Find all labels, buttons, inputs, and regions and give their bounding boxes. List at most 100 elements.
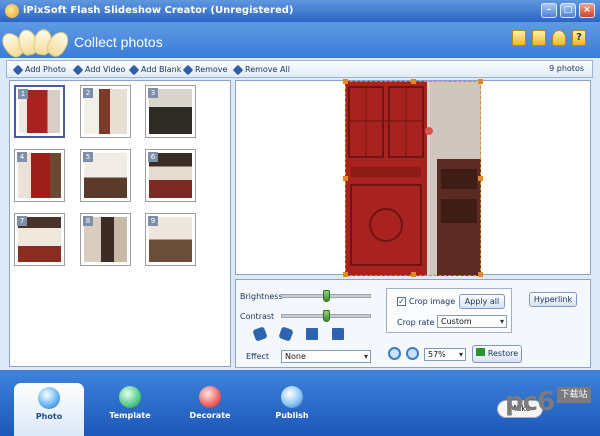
thumbnail-number: 1	[18, 89, 28, 99]
watermark-text: pc6	[505, 387, 555, 417]
crop-handle[interactable]	[343, 176, 348, 181]
contrast-label: Contrast	[240, 312, 275, 321]
photo-toolbar: Add Photo Add Video Add Blank Remove Rem…	[6, 60, 593, 78]
contrast-knob[interactable]	[323, 310, 330, 322]
add-blank-button[interactable]: Add Blank	[128, 63, 182, 76]
tab-template[interactable]: Template	[95, 382, 165, 428]
maximize-button[interactable]: □	[560, 3, 576, 18]
photo-tab-icon	[38, 387, 60, 409]
window-title: iPixSoft Flash Slideshow Creator (Unregi…	[23, 5, 294, 16]
crop-handle[interactable]	[411, 79, 416, 84]
restore-icon	[475, 348, 485, 356]
thumbnail-9[interactable]: 9	[145, 213, 196, 266]
remove-all-button[interactable]: Remove All	[232, 63, 290, 76]
crop-handle[interactable]	[343, 272, 348, 277]
zoom-select[interactable]: 57%	[424, 348, 466, 361]
remove-button[interactable]: Remove	[182, 63, 228, 76]
photo-count: 9 photos	[549, 64, 584, 73]
hyperlink-button[interactable]: Hyperlink	[529, 292, 577, 307]
crop-handle[interactable]	[411, 272, 416, 277]
thumbnail-5[interactable]: 5	[80, 149, 131, 202]
crop-image-checkbox[interactable]: ✓	[397, 297, 406, 306]
brightness-label: Brightness	[240, 292, 283, 301]
page-header: Collect photos ?	[0, 22, 600, 61]
flip-horizontal-icon[interactable]	[306, 328, 318, 340]
add-photo-label: Add Photo	[25, 65, 66, 74]
add-video-icon	[72, 64, 84, 75]
thumbnail-8[interactable]: 8	[80, 213, 131, 266]
crop-rate-label: Crop rate	[397, 318, 435, 327]
thumbnail-number: 9	[148, 216, 158, 226]
contrast-slider[interactable]	[281, 310, 371, 322]
crop-rate-select[interactable]: Custom	[437, 315, 507, 328]
remove-label: Remove	[195, 65, 228, 74]
add-blank-icon	[128, 64, 140, 75]
thumbnail-number: 7	[17, 216, 27, 226]
thumbnail-panel: 1 2 3 4 5 6 7 8 9	[9, 80, 231, 367]
crop-handle[interactable]	[478, 272, 483, 277]
effect-select[interactable]: None	[281, 350, 371, 363]
thumbnail-number: 5	[83, 152, 93, 162]
add-blank-label: Add Blank	[141, 65, 182, 74]
remove-icon	[182, 64, 194, 75]
help-icon[interactable]: ?	[572, 30, 586, 46]
crop-image-label: Crop image	[409, 297, 456, 306]
tab-decorate-label: Decorate	[189, 411, 231, 420]
add-photo-button[interactable]: Add Photo	[12, 63, 66, 76]
page-title: Collect photos	[74, 34, 163, 50]
publish-tab-icon	[281, 386, 303, 408]
thumbnail-number: 3	[148, 88, 158, 98]
app-icon	[5, 4, 19, 18]
thumbnail-2[interactable]: 2	[80, 85, 131, 138]
crop-options: ✓ Crop image Apply all Crop rate Custom	[386, 288, 512, 333]
thumbnail-4[interactable]: 4	[14, 149, 65, 202]
remove-all-label: Remove All	[245, 65, 290, 74]
decorate-tab-icon	[199, 386, 221, 408]
brightness-knob[interactable]	[323, 290, 330, 302]
add-video-button[interactable]: Add Video	[72, 63, 126, 76]
apply-all-button[interactable]: Apply all	[459, 294, 505, 309]
rotate-right-icon[interactable]	[278, 326, 294, 342]
bookmark-icon[interactable]	[532, 30, 546, 46]
minimize-button[interactable]: –	[541, 3, 557, 18]
template-tab-icon	[119, 386, 141, 408]
tab-photo-label: Photo	[35, 412, 63, 421]
thumbnail-7[interactable]: 7	[14, 213, 65, 266]
tab-decorate[interactable]: Decorate	[175, 382, 245, 428]
thumbnail-1[interactable]: 1	[14, 85, 65, 138]
zoom-in-icon[interactable]	[388, 347, 401, 360]
thumbnail-number: 6	[148, 152, 158, 162]
title-bar: iPixSoft Flash Slideshow Creator (Unregi…	[0, 0, 600, 22]
folder-icon[interactable]	[512, 30, 526, 46]
thumbnail-number: 2	[83, 88, 93, 98]
photo-settings: Brightness Contrast Effect None ✓ Crop i…	[235, 279, 591, 368]
brightness-slider[interactable]	[281, 290, 371, 302]
tab-template-label: Template	[109, 411, 151, 420]
tab-publish[interactable]: Publish	[257, 382, 327, 428]
thumbnail-number: 4	[17, 152, 27, 162]
watermark: pc6 下载站	[505, 383, 595, 433]
remove-all-icon	[232, 64, 244, 75]
thumbnail-3[interactable]: 3	[145, 85, 196, 138]
crop-frame[interactable]	[345, 81, 481, 276]
flip-vertical-icon[interactable]	[332, 328, 344, 340]
add-video-label: Add Video	[85, 65, 126, 74]
rotate-left-icon[interactable]	[252, 326, 268, 342]
restore-button[interactable]: Restore	[472, 345, 522, 363]
thumbnail-6[interactable]: 6	[145, 149, 196, 202]
effect-label: Effect	[246, 352, 270, 361]
crop-handle[interactable]	[478, 176, 483, 181]
crop-handle[interactable]	[478, 79, 483, 84]
add-photo-icon	[12, 64, 24, 75]
zoom-out-icon[interactable]	[406, 347, 419, 360]
restore-label: Restore	[487, 349, 519, 358]
bulb-icon[interactable]	[552, 30, 566, 46]
photo-preview	[235, 79, 591, 277]
close-button[interactable]: ×	[579, 3, 595, 18]
tab-photo[interactable]: Photo	[14, 383, 84, 436]
app-window: iPixSoft Flash Slideshow Creator (Unregi…	[0, 0, 600, 436]
crop-handle[interactable]	[343, 79, 348, 84]
watermark-subtext: 下载站	[557, 387, 591, 403]
flower-logo-icon	[0, 25, 73, 61]
thumbnail-number: 8	[83, 216, 93, 226]
